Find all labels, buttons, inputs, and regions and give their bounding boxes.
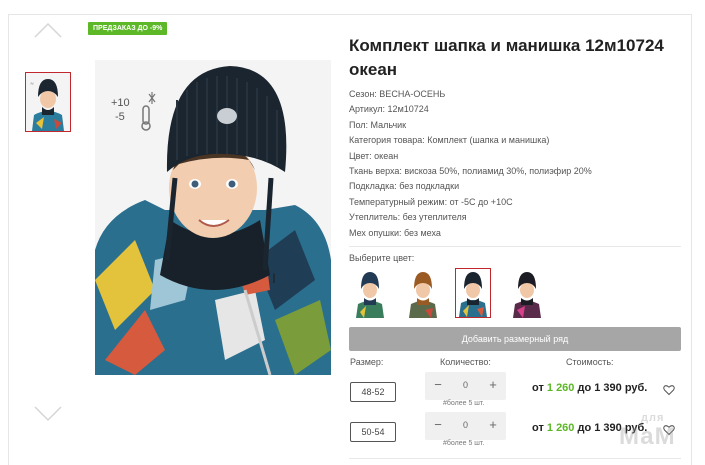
color-swatch-ocean[interactable] xyxy=(455,268,491,318)
price-to: до 1 390 руб. xyxy=(574,382,648,394)
price-range: от 1 260 до 1 390 руб. xyxy=(532,382,647,394)
gallery-down-arrow-icon[interactable] xyxy=(34,406,62,422)
spec-insulation: Утеплитель: без утеплителя xyxy=(349,212,467,223)
quantity-column-header: Количество: xyxy=(440,357,491,367)
spec-fur: Мех опушки: без меха xyxy=(349,227,441,238)
quantity-plus-button[interactable]: + xyxy=(484,375,502,395)
price-low: 1 260 xyxy=(546,422,575,434)
color-select-label: Выберите цвет: xyxy=(349,253,415,263)
temperature-range-icon: +10 -5 xyxy=(109,88,159,132)
product-title: Комплект шапка и манишка 12м10724 океан xyxy=(349,36,664,79)
text-cursor-icon: I xyxy=(272,270,276,286)
divider xyxy=(349,246,681,247)
quantity-minus-button[interactable]: − xyxy=(429,415,447,435)
favorite-heart-icon[interactable] xyxy=(663,383,675,396)
quantity-value[interactable]: 0 xyxy=(451,420,480,430)
spec-season: Сезон: ВЕСНА-ОСЕНЬ xyxy=(349,89,446,99)
quantity-stepper[interactable]: − 0 + xyxy=(425,372,506,400)
color-swatch-navy[interactable] xyxy=(352,268,388,318)
size-option[interactable]: 50-54 xyxy=(350,422,396,442)
size-column-header: Размер: xyxy=(350,357,384,367)
price-from: от xyxy=(532,422,547,434)
quantity-stepper[interactable]: − 0 + xyxy=(425,412,506,440)
add-size-row-button[interactable]: Добавить размерный ряд xyxy=(349,327,681,351)
spec-lining: Подкладка: без подкладки xyxy=(349,181,460,192)
temp-plus-label: +10 xyxy=(111,97,130,109)
spec-fabric: Ткань верха: вискоза 50%, полиамид 30%, … xyxy=(349,166,592,177)
color-swatch-brown[interactable] xyxy=(405,268,441,318)
preorder-discount-badge: ПРЕДЗАКАЗ ДО -9% xyxy=(88,22,168,35)
spec-category: Категория товара: Комплект (шапка и мани… xyxy=(349,135,550,146)
quantity-minus-button[interactable]: − xyxy=(429,375,447,395)
svg-text:≈: ≈ xyxy=(30,81,34,87)
watermark-big-text: МаМ xyxy=(619,423,676,450)
price-column-header: Стоимость: xyxy=(566,357,614,367)
bulk-note: #более 5 шт. xyxy=(443,400,485,407)
quantity-value[interactable]: 0 xyxy=(451,380,480,390)
temp-minus-label: -5 xyxy=(115,111,125,123)
price-low: 1 260 xyxy=(546,382,575,394)
bulk-note: #более 5 шт. xyxy=(443,440,485,447)
size-option[interactable]: 48-52 xyxy=(350,382,396,402)
price-from: от xyxy=(532,382,547,394)
main-product-image: +10 -5 xyxy=(95,60,331,375)
spec-color: Цвет: океан xyxy=(349,150,399,161)
spec-gender: Пол: Мальчик xyxy=(349,119,407,130)
color-swatch-black-pink[interactable] xyxy=(509,268,545,318)
gallery-thumbnail[interactable]: ≈ xyxy=(25,72,71,132)
spec-temperature: Температурный режим: от -5С до +10С xyxy=(349,196,513,207)
gallery-up-arrow-icon[interactable] xyxy=(34,22,62,38)
site-watermark-logo: для МаМ xyxy=(619,412,695,462)
quantity-plus-button[interactable]: + xyxy=(484,415,502,435)
spec-article: Артикул: 12м10724 xyxy=(349,104,429,115)
product-specs: Сезон: ВЕСНА-ОСЕНЬ Артикул: 12м10724 Пол… xyxy=(349,87,679,241)
